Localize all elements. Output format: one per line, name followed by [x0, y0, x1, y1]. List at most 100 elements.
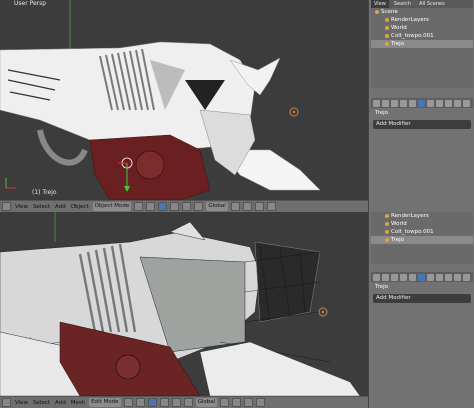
modifier-tab-icon[interactable] [418, 273, 425, 281]
object-icon [385, 33, 389, 38]
outliner-panel: View Search All Scenes Scene RenderLayer… [371, 0, 473, 88]
render-icon[interactable] [266, 202, 276, 211]
properties-tabs [371, 98, 473, 108]
shading-icon[interactable] [134, 202, 144, 211]
tab-search[interactable]: Search [391, 0, 414, 8]
mode-selector[interactable]: Object Mode [92, 202, 132, 211]
world-icon [385, 25, 389, 30]
outliner-row-scene[interactable]: Scene [371, 8, 473, 16]
scale-icon[interactable] [183, 398, 193, 407]
menu-view[interactable]: View [14, 400, 29, 406]
physics-tab-icon[interactable] [463, 273, 470, 281]
shading-icon[interactable] [123, 398, 133, 407]
add-modifier-button[interactable]: Add Modifier [373, 294, 471, 303]
breadcrumb: Trejo [375, 284, 388, 290]
orientation-selector[interactable]: Global [195, 398, 218, 407]
bottom-editor: View Select Add Mesh Edit Mode Global Re… [0, 212, 474, 408]
axis-gizmo-icon [5, 178, 16, 189]
outliner-row-trejo[interactable]: Trejo [371, 40, 473, 48]
gun-model-edit-mode [0, 212, 368, 396]
scene-tab-icon[interactable] [382, 273, 389, 281]
data-tab-icon[interactable] [427, 273, 434, 281]
outliner-row-trejo[interactable]: Trejo [371, 236, 473, 244]
object-tab-icon[interactable] [400, 273, 407, 281]
data-tab-icon[interactable] [427, 99, 434, 107]
manipulator-icon[interactable] [158, 202, 168, 211]
properties-panel: Trejo Add Modifier [371, 272, 473, 408]
renderlayers-icon [385, 17, 389, 22]
rotate-icon[interactable] [171, 398, 181, 407]
viewport-header: View Select Add Mesh Edit Mode Global [0, 396, 368, 408]
menu-select[interactable]: Select [32, 400, 51, 406]
object-icon [385, 41, 389, 46]
properties-panel: Trejo Add Modifier [371, 98, 473, 212]
scene-tab-icon[interactable] [382, 99, 389, 107]
editor-type-icon[interactable] [2, 202, 11, 211]
3d-viewport-object-mode[interactable]: User Persp (1) Trejo [0, 0, 368, 200]
mode-selector[interactable]: Edit Mode [89, 398, 121, 407]
snap-icon[interactable] [256, 398, 266, 407]
properties-tabs [371, 272, 473, 282]
pivot-icon[interactable] [135, 398, 145, 407]
modifier-tab-icon[interactable] [418, 99, 425, 107]
object-icon [385, 237, 389, 242]
outliner-tabs: View Search All Scenes [371, 0, 473, 8]
active-object-label: (1) Trejo [32, 189, 57, 196]
translate-icon[interactable] [159, 398, 169, 407]
object-icon [385, 229, 389, 234]
constraints-tab-icon[interactable] [409, 273, 416, 281]
outliner-row-renderlayers[interactable]: RenderLayers [371, 212, 473, 220]
constraints-tab-icon[interactable] [409, 99, 416, 107]
snap-icon[interactable] [254, 202, 264, 211]
texture-tab-icon[interactable] [445, 273, 452, 281]
scale-icon[interactable] [194, 202, 204, 211]
tab-all-scenes[interactable]: All Scenes [416, 0, 448, 8]
manipulator-icon[interactable] [147, 398, 157, 407]
outliner-row-world[interactable]: World [371, 24, 473, 32]
menu-object[interactable]: Object [70, 204, 90, 210]
world-tab-icon[interactable] [391, 273, 398, 281]
scene-icon [375, 9, 379, 14]
face-select-icon[interactable] [244, 398, 254, 407]
translate-icon[interactable] [170, 202, 180, 211]
breadcrumb: Trejo [375, 110, 388, 116]
physics-tab-icon[interactable] [463, 99, 470, 107]
pivot-icon[interactable] [146, 202, 156, 211]
outliner-row-colt[interactable]: Colt_towpo.001 [371, 228, 473, 236]
menu-add[interactable]: Add [54, 204, 67, 210]
outliner-panel: RenderLayers World Colt_towpo.001 Trejo [371, 212, 473, 264]
render-tab-icon[interactable] [373, 99, 380, 107]
menu-view[interactable]: View [14, 204, 29, 210]
rotate-icon[interactable] [182, 202, 192, 211]
vertex-select-icon[interactable] [220, 398, 230, 407]
renderlayers-icon [385, 213, 389, 218]
world-icon [385, 221, 389, 226]
particles-tab-icon[interactable] [454, 99, 461, 107]
add-modifier-button[interactable]: Add Modifier [373, 120, 471, 129]
material-tab-icon[interactable] [436, 99, 443, 107]
editor-type-icon[interactable] [2, 398, 11, 407]
outliner-row-world[interactable]: World [371, 220, 473, 228]
render-tab-icon[interactable] [373, 273, 380, 281]
menu-add[interactable]: Add [54, 400, 67, 406]
viewport-header: View Select Add Object Object Mode Globa… [0, 200, 368, 212]
right-sidebar: RenderLayers World Colt_towpo.001 Trejo … [368, 212, 474, 408]
right-sidebar: View Search All Scenes Scene RenderLayer… [368, 0, 474, 212]
outliner-row-renderlayers[interactable]: RenderLayers [371, 16, 473, 24]
texture-tab-icon[interactable] [445, 99, 452, 107]
outliner-row-colt[interactable]: Colt_towpo.001 [371, 32, 473, 40]
object-tab-icon[interactable] [400, 99, 407, 107]
edge-select-icon[interactable] [232, 398, 242, 407]
menu-select[interactable]: Select [32, 204, 51, 210]
tab-view[interactable]: View [371, 0, 389, 8]
top-editor: User Persp (1) Trejo View Select Add Obj… [0, 0, 474, 212]
gun-model-object-mode [0, 0, 368, 200]
material-tab-icon[interactable] [436, 273, 443, 281]
layer-icon[interactable] [230, 202, 240, 211]
orientation-selector[interactable]: Global [206, 202, 228, 211]
3d-viewport-edit-mode[interactable] [0, 212, 368, 396]
menu-mesh[interactable]: Mesh [70, 400, 86, 406]
layer-icon[interactable] [242, 202, 252, 211]
particles-tab-icon[interactable] [454, 273, 461, 281]
world-tab-icon[interactable] [391, 99, 398, 107]
